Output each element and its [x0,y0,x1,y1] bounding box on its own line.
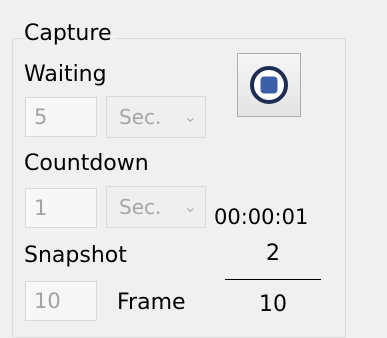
frame-label: Frame [117,290,186,315]
waiting-unit-value: Sec. [119,105,162,129]
snapshot-frames-input[interactable] [25,281,97,321]
stop-icon [250,66,288,104]
stop-button[interactable] [237,53,301,117]
countdown-unit-select[interactable]: Sec. ⌄ [106,186,206,228]
waiting-input[interactable] [25,97,97,137]
countdown-label: Countdown [24,151,149,176]
waiting-unit-select[interactable]: Sec. ⌄ [106,96,206,138]
waiting-label: Waiting [24,62,107,87]
countdown-input[interactable] [25,188,97,228]
elapsed-timer: 00:00:01 [214,205,309,229]
countdown-unit-value: Sec. [119,195,162,219]
chevron-down-icon: ⌄ [183,107,197,126]
counter-divider [225,279,321,280]
frame-counter-current: 2 [266,241,280,266]
capture-group-title: Capture [24,22,116,46]
chevron-down-icon: ⌄ [183,197,197,216]
frame-counter-total: 10 [259,292,287,317]
snapshot-label: Snapshot [24,243,127,268]
